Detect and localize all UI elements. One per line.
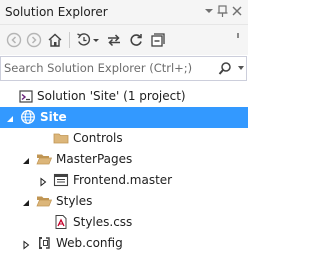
pin-icon[interactable] [216,3,230,19]
pane-title: Solution Explorer [5,5,108,19]
tree-item-solution[interactable]: Solution 'Site' (1 project) [0,86,248,107]
folder-open-icon [36,151,53,167]
expanded-arrow-icon[interactable] [21,197,31,207]
sync-icon[interactable] [104,30,124,50]
search-options-dropdown-icon[interactable] [238,66,244,70]
close-icon[interactable] [230,3,244,19]
tree-item-label: Styles.css [73,215,133,229]
globe-icon [20,109,36,125]
search-icon[interactable] [218,61,232,77]
tree-item-label: Styles [56,194,93,208]
tree-item-label: Solution 'Site' (1 project) [37,89,186,103]
history-dropdown-icon[interactable] [90,30,102,50]
tree-item-label: Web.config [56,236,123,250]
title-bar: Solution Explorer [0,0,248,25]
expanded-arrow-icon[interactable] [5,113,15,123]
folder-open-icon [36,193,53,209]
back-icon[interactable] [4,30,24,50]
master-page-icon [53,172,69,188]
refresh-icon[interactable] [126,30,146,50]
tree-item-label: Frontend.master [73,173,173,187]
css-file-icon [53,214,69,230]
tree-item-styles-css[interactable]: Styles.css [0,212,248,233]
tree-item-masterpages[interactable]: MasterPages [0,149,248,170]
search-input[interactable] [4,59,209,77]
toolbar-overflow-icon[interactable] [232,30,244,50]
tree-item-controls[interactable]: Controls [0,128,248,149]
collapse-all-icon[interactable] [148,30,168,50]
search-box[interactable] [0,56,247,81]
toolbar [0,25,248,55]
forward-icon[interactable] [24,30,44,50]
tree-item-site[interactable]: Site [0,107,248,128]
tree-item-web-config[interactable]: Web.config [0,233,248,254]
tree-item-styles[interactable]: Styles [0,191,248,212]
tree-item-label: Site [40,110,67,124]
collapsed-arrow-icon[interactable] [21,239,31,250]
collapsed-arrow-icon[interactable] [38,176,48,187]
folder-icon [53,130,69,146]
solution-icon [18,88,34,104]
expanded-arrow-icon[interactable] [21,155,31,165]
toolbar-separator [69,32,70,48]
tree-item-frontend-master[interactable]: Frontend.master [0,170,248,191]
tree-item-label: MasterPages [56,152,133,166]
solution-explorer-pane: Solution Explorer Search Solution Explor… [0,0,248,261]
tree-item-label: Controls [73,131,123,145]
pane-menu-dropdown-icon[interactable] [202,3,216,19]
home-icon[interactable] [45,30,65,50]
config-file-icon [36,235,52,251]
